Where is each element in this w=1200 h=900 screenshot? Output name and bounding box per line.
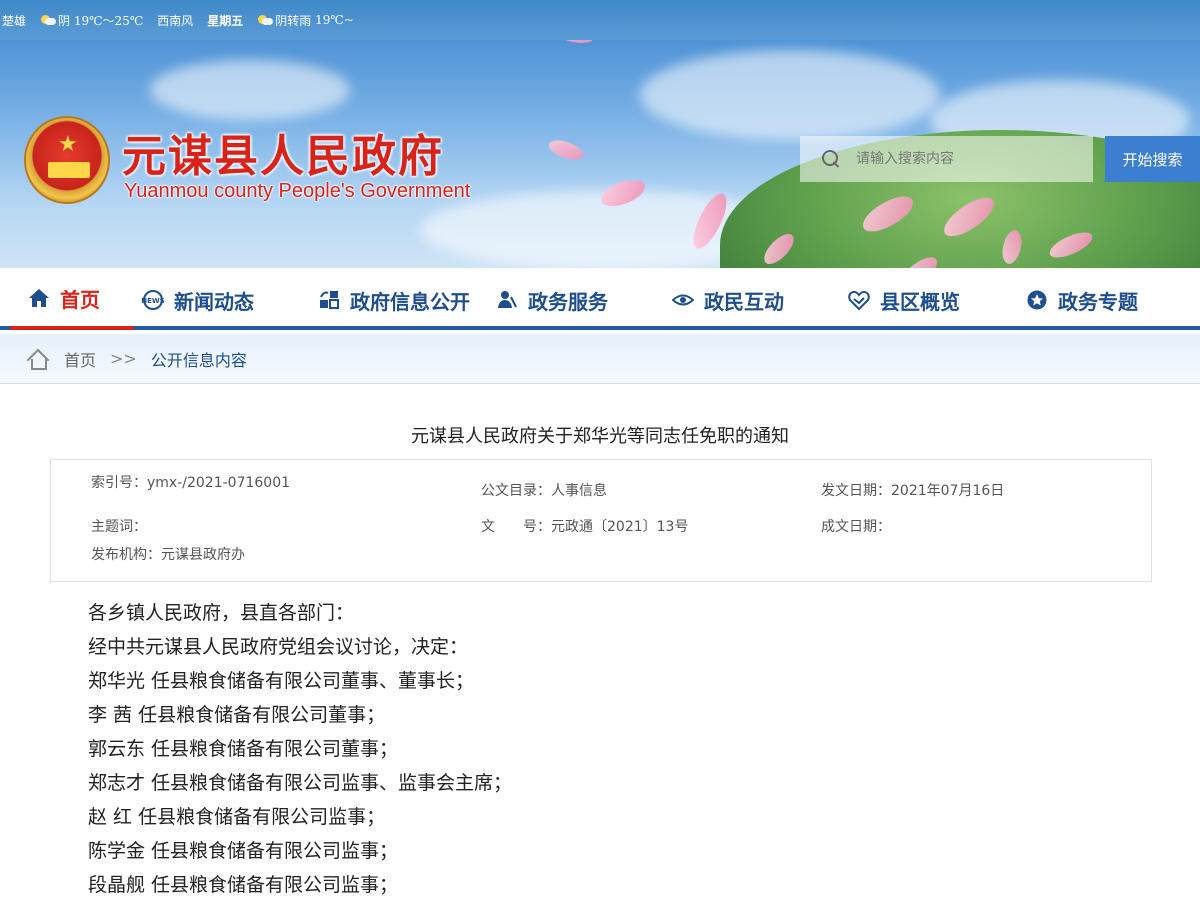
article-paragraph: 李 茜 任县粮食储备有限公司董事； xyxy=(88,704,386,726)
search-input[interactable] xyxy=(856,144,1076,174)
meta-catalog-label: 公文目录： xyxy=(481,483,551,499)
gate-icon xyxy=(48,162,90,178)
nav-item-services[interactable]: 政务服务 xyxy=(496,270,608,330)
meta-doc-no-label: 文 号： xyxy=(481,519,551,535)
meta-index-value: ymx-/2021-0716001 xyxy=(147,475,291,491)
meta-catalog-value: 人事信息 xyxy=(551,483,607,499)
nav-label: 新闻动态 xyxy=(174,289,254,314)
cloud-decoration xyxy=(640,50,940,140)
article-paragraph: 各乡镇人民政府，县直各部门： xyxy=(88,602,355,624)
weather-bar: 楚雄 阴 19℃～25℃ 西南风 星期五 阴转雨 19℃~ xyxy=(0,0,1200,40)
home-icon[interactable] xyxy=(26,349,48,370)
nav-item-interaction[interactable]: 政民互动 xyxy=(671,270,784,330)
article-paragraph: 赵 红 任县粮食储备有限公司监事； xyxy=(88,806,386,828)
meta-date-label: 发文日期： xyxy=(821,483,891,499)
article-paragraph: 陈学金 任县粮食储备有限公司监事； xyxy=(88,840,399,862)
meta-subject-label: 主题词： xyxy=(91,519,147,535)
meta-publisher-label: 发布机构： xyxy=(91,547,161,563)
national-emblem-logo: ★ xyxy=(24,116,110,204)
weather-today-condition: 阴 xyxy=(58,13,71,28)
meta-index: 索引号：ymx-/2021-0716001 xyxy=(91,472,290,492)
search-button[interactable]: 开始搜索 xyxy=(1105,136,1200,182)
weather-tomorrow-condition: 阴转雨 xyxy=(275,13,312,28)
article-title: 元谋县人民政府关于郑华光等同志任免职的通知 xyxy=(411,426,789,447)
meta-created: 成文日期： xyxy=(821,516,891,536)
cloud-decoration xyxy=(150,60,350,120)
breadcrumb-home-link[interactable]: 首页 xyxy=(64,347,96,371)
handshake-icon xyxy=(848,289,870,311)
search-box xyxy=(800,136,1093,182)
nav-label: 政府信息公开 xyxy=(350,289,470,314)
weather-weekday: 星期五 xyxy=(207,13,244,28)
petal-decoration xyxy=(546,135,586,165)
meta-publisher-value: 元谋县政府办 xyxy=(161,547,245,563)
meta-subject: 主题词： xyxy=(91,516,147,536)
weather-today: 阴 19℃～25℃ xyxy=(40,12,143,29)
nav-label: 首页 xyxy=(60,287,100,312)
meta-date-value: 2021年07月16日 xyxy=(891,483,1005,499)
weather-today-temp: 19℃～25℃ xyxy=(73,13,144,28)
svg-text:NEWS: NEWS xyxy=(142,297,164,305)
breadcrumb-separator: >> xyxy=(110,349,137,368)
search-icon[interactable] xyxy=(820,148,842,170)
nav-label: 政务专题 xyxy=(1058,289,1138,314)
nav-label: 政民互动 xyxy=(704,289,784,314)
site-title: 元谋县人民政府 xyxy=(122,131,444,182)
meta-catalog: 公文目录：人事信息 xyxy=(481,480,607,500)
article-paragraph: 郑志才 任县粮食储备有限公司监事、监事会主席； xyxy=(88,772,513,794)
document-meta-box: 索引号：ymx-/2021-0716001 公文目录：人事信息 发文日期：202… xyxy=(50,459,1152,582)
meta-date: 发文日期：2021年07月16日 xyxy=(821,480,1004,500)
petal-decoration xyxy=(547,40,599,50)
article-paragraph: 郭云东 任县粮食储备有限公司董事； xyxy=(88,738,399,760)
breadcrumb: 首页 >> 公开信息内容 xyxy=(0,334,1200,384)
news-icon: NEWS xyxy=(141,289,165,311)
nav-item-news[interactable]: NEWS 新闻动态 xyxy=(141,270,254,330)
meta-doc-no-value: 元政通〔2021〕13号 xyxy=(551,519,689,535)
article-paragraph: 段晶舰 任县粮食储备有限公司监事； xyxy=(88,874,399,896)
article-body: 各乡镇人民政府，县直各部门： 经中共元谋县人民政府党组会议讨论，决定： 郑华光 … xyxy=(88,596,1148,900)
weather-wind: 西南风 xyxy=(157,13,194,28)
eye-icon xyxy=(671,289,695,311)
nav-item-home[interactable]: 首页 xyxy=(10,270,134,330)
partly-cloudy-icon xyxy=(40,14,57,26)
breadcrumb-current[interactable]: 公开信息内容 xyxy=(151,347,247,371)
info-icon xyxy=(318,289,340,311)
star-icon: ★ xyxy=(58,132,78,157)
nav-item-info-disclosure[interactable]: 政府信息公开 xyxy=(318,270,470,330)
service-icon xyxy=(496,289,518,311)
header-banner: ★ 元谋县人民政府 Yuanmou county People's Govern… xyxy=(0,40,1200,268)
weather-city: 楚雄 xyxy=(2,13,27,28)
main-nav: 首页 NEWS 新闻动态 政府信息公开 政务服务 政民互动 县区概览 政务专题 xyxy=(0,268,1200,330)
home-icon xyxy=(28,287,50,309)
meta-created-label: 成文日期： xyxy=(821,519,891,535)
meta-doc-no: 文 号：元政通〔2021〕13号 xyxy=(481,516,688,536)
star-icon xyxy=(1026,289,1048,311)
nav-label: 县区概览 xyxy=(880,289,960,314)
weather-tomorrow-temp: 19℃~ xyxy=(315,13,354,27)
partly-cloudy-icon xyxy=(257,14,274,26)
meta-index-label: 索引号： xyxy=(91,475,147,491)
site-subtitle: Yuanmou county People's Government xyxy=(124,180,471,202)
meta-publisher: 发布机构：元谋县政府办 xyxy=(91,544,245,564)
nav-label: 政务服务 xyxy=(528,289,608,314)
nav-item-special-topics[interactable]: 政务专题 xyxy=(1026,270,1138,330)
nav-item-county-overview[interactable]: 县区概览 xyxy=(848,270,960,330)
article-paragraph: 郑华光 任县粮食储备有限公司董事、董事长； xyxy=(88,670,475,692)
weather-tomorrow: 阴转雨 19℃~ xyxy=(257,12,354,29)
article-paragraph: 经中共元谋县人民政府党组会议讨论，决定： xyxy=(88,636,469,658)
